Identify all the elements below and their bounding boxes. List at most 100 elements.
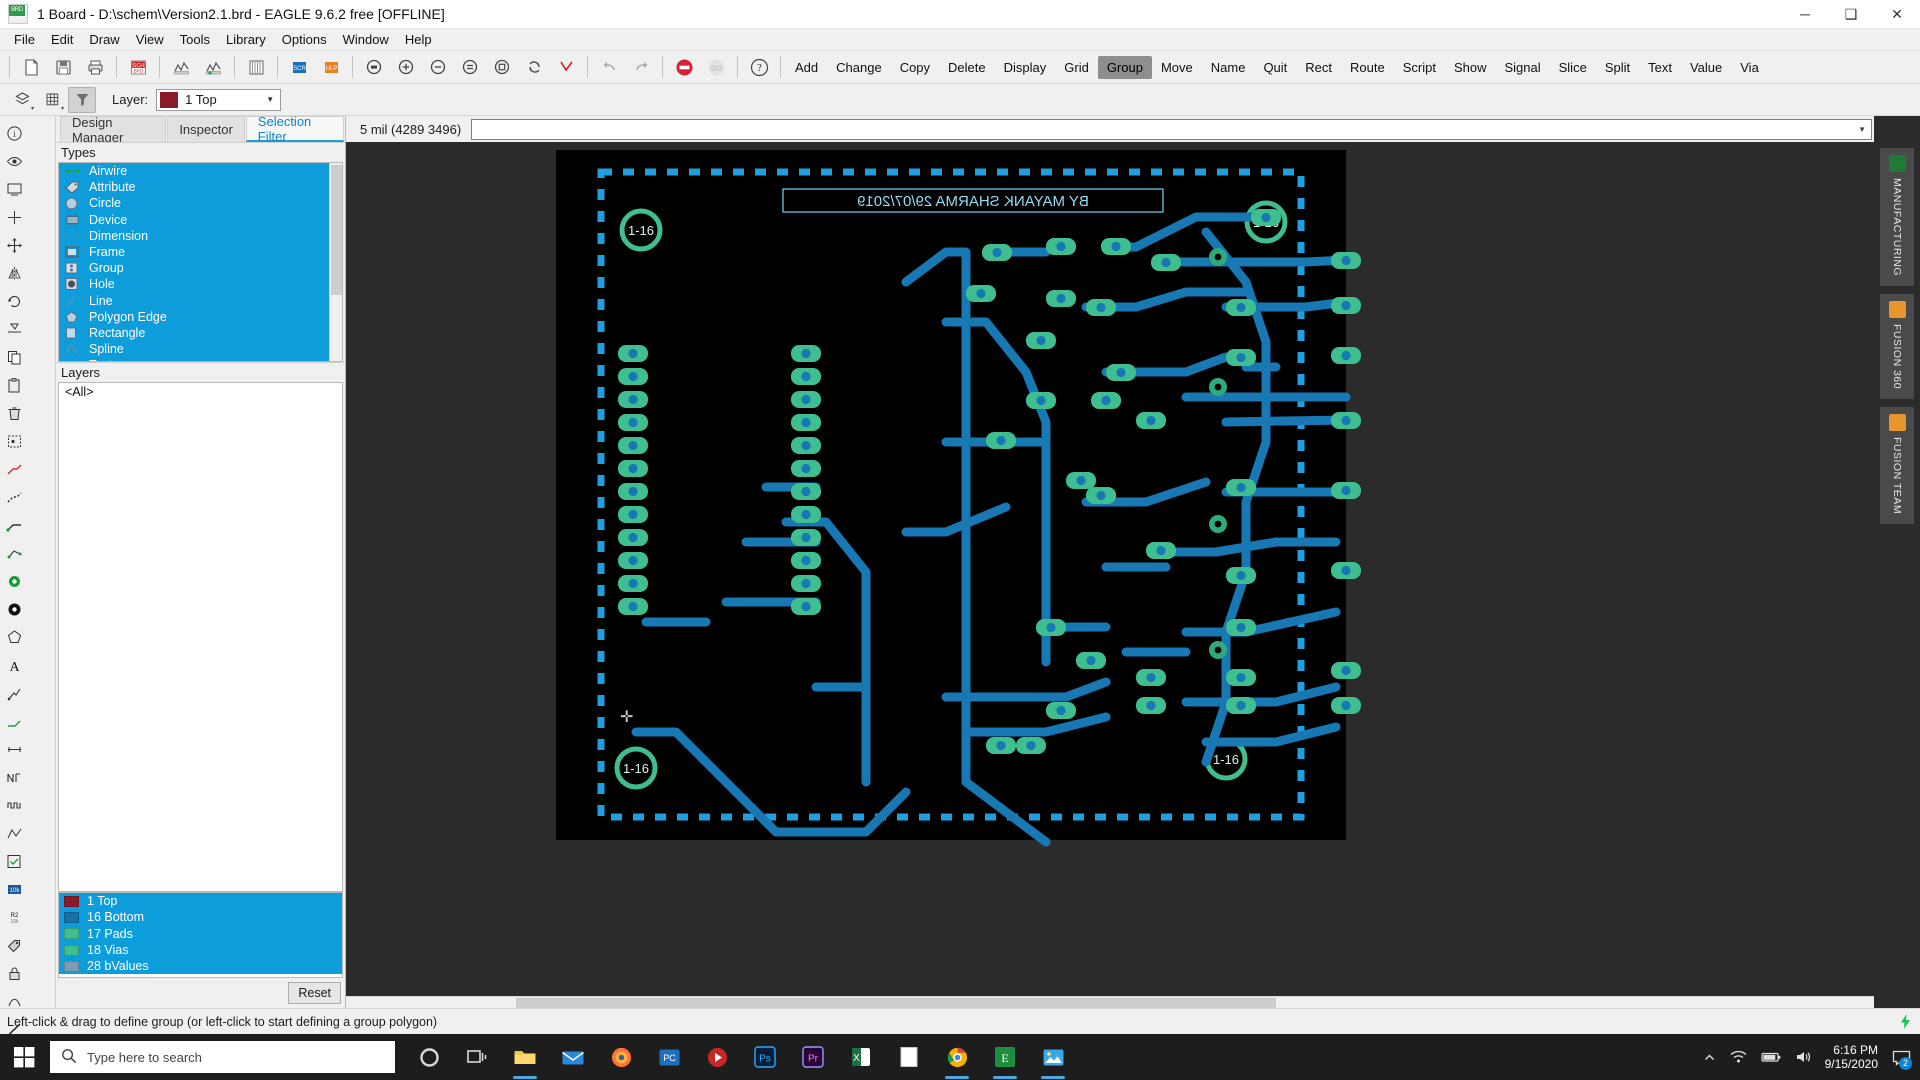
type-item-group[interactable]: Group <box>59 260 342 277</box>
show-hidden-icons-chevron[interactable] <box>1696 1051 1723 1064</box>
miter-icon[interactable] <box>0 707 28 735</box>
zoom-fit-icon[interactable] <box>359 53 389 81</box>
command-group-button[interactable]: Group <box>1097 55 1152 79</box>
battery-icon[interactable] <box>1754 1051 1788 1063</box>
command-delete-button[interactable]: Delete <box>939 56 995 79</box>
new-file-icon[interactable] <box>16 53 46 81</box>
refresh-icon[interactable] <box>519 53 549 81</box>
delete-icon[interactable] <box>0 399 28 427</box>
dimension-tool-icon[interactable] <box>0 735 28 763</box>
command-text-button[interactable]: Text <box>1639 56 1681 79</box>
airwire-tool-icon[interactable] <box>0 539 28 567</box>
photoshop-icon[interactable]: Ps <box>741 1034 789 1080</box>
erc-icon[interactable] <box>166 53 196 81</box>
text-icon[interactable]: A <box>0 651 28 679</box>
types-scrollbar[interactable] <box>329 163 342 361</box>
display-icon[interactable] <box>0 175 28 203</box>
drc-tool-icon[interactable] <box>0 847 28 875</box>
command-line-input[interactable]: ▼ <box>471 118 1872 140</box>
task-view-icon[interactable] <box>453 1034 501 1080</box>
selection-filter-icon[interactable] <box>68 86 96 113</box>
command-split-button[interactable]: Split <box>1596 56 1639 79</box>
command-move-button[interactable]: Move <box>1152 56 1202 79</box>
menu-item-edit[interactable]: Edit <box>43 30 81 49</box>
type-item-line[interactable]: Line <box>59 292 342 309</box>
rail-tab-manufacturing[interactable]: MANUFACTURING <box>1880 148 1914 287</box>
command-script-button[interactable]: Script <box>1394 56 1445 79</box>
go-icon[interactable]: GO <box>701 53 731 81</box>
zoom-in-icon[interactable] <box>391 53 421 81</box>
taskbar-clock[interactable]: 6:16 PM 9/15/2020 <box>1819 1043 1888 1071</box>
type-item-attribute[interactable]: Attribute <box>59 179 342 196</box>
command-slice-button[interactable]: Slice <box>1550 56 1596 79</box>
type-item-frame[interactable]: Frame <box>59 243 342 261</box>
rotate-icon[interactable] <box>0 287 28 315</box>
lock-icon[interactable] <box>0 959 28 987</box>
tab-selection-filter[interactable]: Selection Filter <box>245 114 344 144</box>
type-item-spline[interactable]: Spline <box>59 341 342 358</box>
types-list[interactable]: Airwire Attribute Circle Device Dimension Fra… <box>58 162 343 362</box>
type-item-polygon-edge[interactable]: Polygon Edge <box>59 308 342 325</box>
mirror-icon[interactable] <box>0 259 28 287</box>
command-route-button[interactable]: Route <box>1341 56 1394 79</box>
type-item-airwire[interactable]: Airwire <box>59 163 342 180</box>
stop-path-icon[interactable] <box>551 53 581 81</box>
drc-icon[interactable] <box>198 53 228 81</box>
layers-all-item[interactable]: <All> <box>59 383 342 401</box>
script-scr-icon[interactable]: SCR <box>284 53 314 81</box>
undo-icon[interactable] <box>594 53 624 81</box>
menu-item-window[interactable]: Window <box>335 30 397 49</box>
value-icon[interactable]: 10k <box>0 875 28 903</box>
layer-item-16-bottom[interactable]: 16 Bottom <box>59 909 342 926</box>
sch-switch-icon[interactable]: SCH BRD <box>123 53 153 81</box>
minimize-button[interactable]: ─ <box>1782 0 1828 29</box>
premiere-icon[interactable]: Pr <box>789 1034 837 1080</box>
windows-start-icon[interactable] <box>0 1034 48 1080</box>
paste-icon[interactable] <box>0 371 28 399</box>
smash-icon[interactable] <box>0 679 28 707</box>
zoom-select-icon[interactable] <box>487 53 517 81</box>
menu-item-options[interactable]: Options <box>274 30 335 49</box>
menu-item-help[interactable]: Help <box>397 30 440 49</box>
zoom-redraw-icon[interactable] <box>455 53 485 81</box>
command-show-button[interactable]: Show <box>1445 56 1496 79</box>
type-item-dimension[interactable]: Dimension <box>59 227 342 244</box>
command-grid-button[interactable]: Grid <box>1055 56 1098 79</box>
library-icon[interactable] <box>241 53 271 81</box>
layer-item-28-bvalues[interactable]: 28 bValues <box>59 958 342 975</box>
eagle-icon[interactable]: E <box>981 1034 1029 1080</box>
menu-item-tools[interactable]: Tools <box>172 30 218 49</box>
grid-icon[interactable]: ▾ <box>38 87 66 113</box>
firefox-icon[interactable] <box>597 1034 645 1080</box>
chevron-down-icon[interactable]: ▼ <box>266 95 274 104</box>
resistor-r2-icon[interactable]: R2 10k <box>0 903 28 931</box>
pcb-canvas[interactable]: 1-16 1-16 1-16 1-16 <box>346 142 1874 996</box>
command-name-button[interactable]: Name <box>1202 56 1255 79</box>
info-icon[interactable]: i <box>0 119 28 147</box>
search-input[interactable]: Type here to search <box>50 1041 395 1073</box>
media-player-icon[interactable] <box>693 1034 741 1080</box>
via-icon[interactable] <box>0 567 28 595</box>
save-icon[interactable] <box>48 53 78 81</box>
polygon-icon[interactable] <box>0 623 28 651</box>
command-via-button[interactable]: Via <box>1731 56 1768 79</box>
rail-tab-fusion-360[interactable]: FUSION 360 <box>1880 294 1914 400</box>
command-quit-button[interactable]: Quit <box>1254 56 1296 79</box>
redo-icon[interactable] <box>626 53 656 81</box>
mail-icon[interactable] <box>549 1034 597 1080</box>
excel-icon[interactable]: X <box>837 1034 885 1080</box>
move-icon[interactable] <box>0 231 28 259</box>
layer-selector-combobox[interactable]: 1 Top ▼ <box>156 88 282 111</box>
copy-icon[interactable] <box>0 343 28 371</box>
type-item-circle[interactable]: Circle <box>59 195 342 212</box>
zoom-out-icon[interactable] <box>423 53 453 81</box>
stop-icon[interactable] <box>669 53 699 81</box>
chrome-icon[interactable] <box>933 1034 981 1080</box>
reset-button[interactable]: Reset <box>288 982 341 1004</box>
pad-icon[interactable] <box>0 595 28 623</box>
notification-center-icon[interactable]: 2 <box>1888 1034 1914 1080</box>
help-icon[interactable]: ? <box>744 53 774 81</box>
file-explorer-icon[interactable] <box>501 1034 549 1080</box>
canvas-horizontal-scrollbar[interactable] <box>346 996 1874 1008</box>
command-display-button[interactable]: Display <box>995 56 1056 79</box>
